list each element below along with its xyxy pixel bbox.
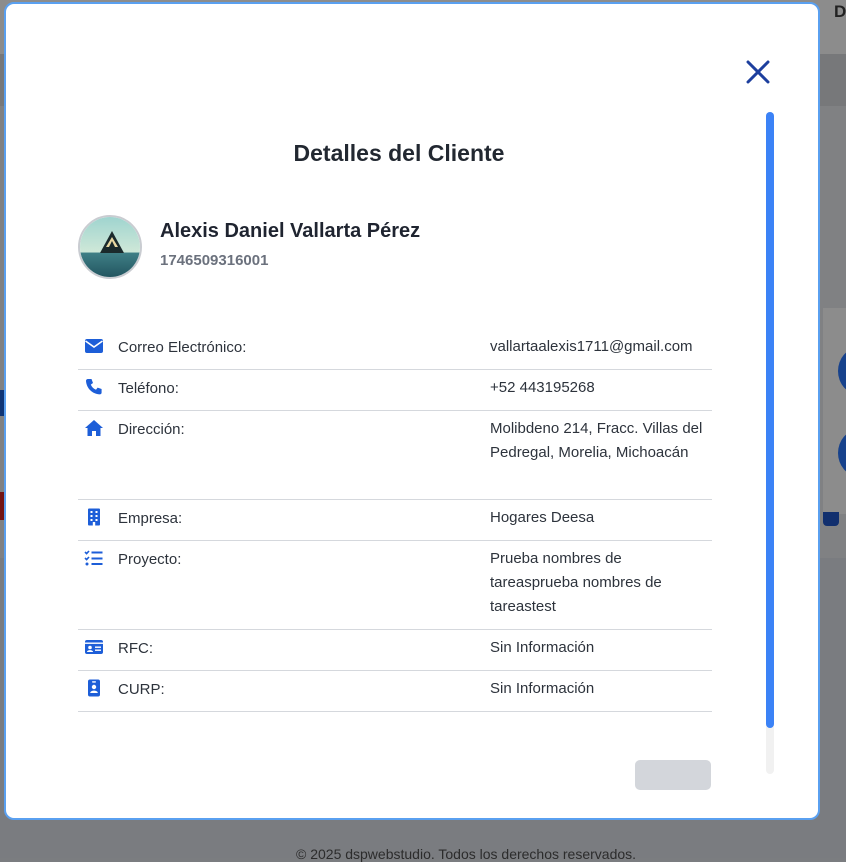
modal-scrollbar[interactable]: [766, 112, 774, 774]
detail-row-email: Correo Electrónico: vallartaalexis1711@g…: [78, 329, 712, 370]
modal-scrollbar-thumb[interactable]: [766, 112, 774, 728]
id-card-icon: [85, 640, 103, 654]
detail-value: Molibdeno 214, Fracc. Villas del Pedrega…: [490, 420, 703, 461]
detail-row-curp: CURP: Sin Información: [78, 671, 712, 712]
building-icon: [88, 508, 100, 526]
detail-value: Sin Información: [490, 680, 595, 697]
client-details-modal: Detalles del Cliente Alexis Daniel Valla…: [4, 2, 820, 820]
home-icon: [85, 420, 103, 436]
modal-action-button[interactable]: [635, 760, 711, 790]
detail-value: Hogares Deesa: [490, 509, 595, 526]
client-details-list: Correo Electrónico: vallartaalexis1711@g…: [78, 329, 712, 712]
detail-row-rfc: RFC: Sin Información: [78, 630, 712, 671]
detail-label: Correo Electrónico:: [118, 339, 247, 356]
detail-row-phone: Teléfono: +52 443195268: [78, 370, 712, 411]
detail-value: vallartaalexis1711@gmail.com: [490, 338, 693, 355]
phone-icon: [86, 379, 102, 395]
modal-title: Detalles del Cliente: [293, 140, 505, 166]
detail-value: +52 443195268: [490, 379, 595, 396]
id-badge-icon: [88, 679, 100, 697]
detail-value: Sin Información: [490, 639, 595, 656]
detail-value: Prueba nombres de tareasprueba nombres d…: [490, 550, 662, 615]
client-name: Alexis Daniel Vallarta Pérez: [160, 220, 421, 242]
footer-copyright: © 2025 dspwebstudio. Todos los derechos …: [296, 846, 637, 862]
envelope-icon: [85, 339, 103, 353]
close-icon: [746, 60, 770, 84]
detail-label: Proyecto:: [118, 551, 182, 568]
background-topbar-text: D: [834, 2, 846, 21]
avatar-image: [80, 217, 140, 277]
close-button[interactable]: [742, 56, 774, 88]
client-id: 1746509316001: [160, 252, 269, 269]
detail-row-address: Dirección: Molibdeno 214, Fracc. Villas …: [78, 411, 712, 500]
detail-row-project: Proyecto: Prueba nombres de tareasprueba…: [78, 541, 712, 630]
detail-label: RFC:: [118, 640, 153, 657]
avatar: [78, 215, 142, 279]
detail-label: CURP:: [118, 681, 165, 698]
detail-row-company: Empresa: Hogares Deesa: [78, 500, 712, 541]
detail-label: Dirección:: [118, 421, 185, 438]
background-button-edge: [823, 512, 839, 526]
background-card: [823, 308, 846, 514]
list-check-icon: [84, 550, 103, 566]
detail-label: Empresa:: [118, 510, 183, 527]
detail-label: Teléfono:: [118, 380, 179, 397]
